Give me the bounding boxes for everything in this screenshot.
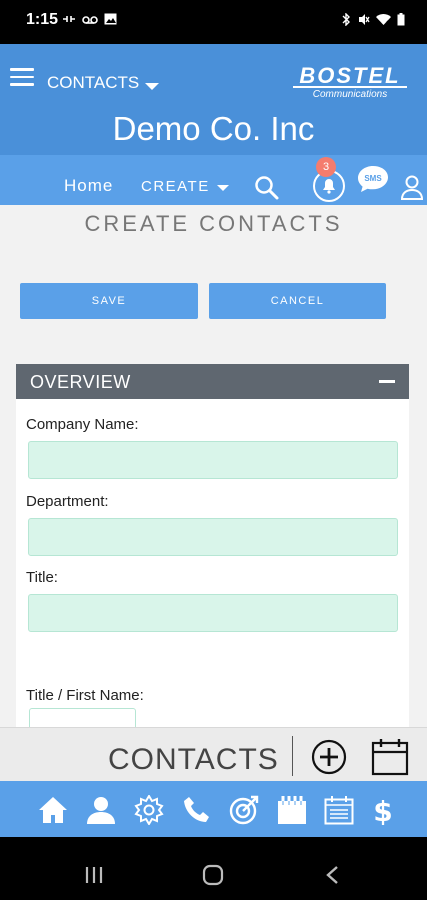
sms-icon-label: SMS	[364, 174, 382, 183]
chevron-down-icon	[216, 184, 229, 191]
nav-create-label: CREATE	[141, 178, 210, 195]
save-button[interactable]: SAVE	[20, 283, 198, 319]
search-icon[interactable]	[254, 175, 280, 201]
cancel-button[interactable]: CANCEL	[209, 283, 386, 319]
chevron-down-icon	[145, 82, 160, 90]
company-name: Demo Co. Inc	[112, 110, 315, 147]
department-label: Department:	[26, 493, 109, 510]
vpn-icon	[62, 13, 76, 28]
calendar-icon[interactable]	[371, 738, 409, 776]
home-icon[interactable]	[38, 795, 68, 825]
name-title-select[interactable]	[29, 708, 136, 727]
battery-icon	[397, 13, 405, 31]
target-icon[interactable]	[229, 795, 259, 825]
quick-action-bar: CONTACTS	[0, 727, 427, 781]
overview-section-header[interactable]: OVERVIEW	[16, 364, 409, 399]
quick-bar-divider	[292, 736, 293, 776]
overview-section: OVERVIEW Company Name: Department: Title…	[16, 364, 409, 727]
bluetooth-icon	[342, 12, 351, 31]
nav-home-link[interactable]: Home	[64, 176, 113, 196]
back-icon[interactable]	[325, 865, 339, 885]
hamburger-menu-icon[interactable]	[10, 68, 34, 86]
user-profile-icon[interactable]	[400, 175, 424, 201]
calendar-icon[interactable]	[324, 795, 354, 825]
status-bar: 1:15	[0, 0, 427, 44]
system-navigation-bar	[0, 837, 427, 900]
wifi-icon	[376, 13, 391, 31]
module-dropdown[interactable]: CONTACTS	[47, 73, 160, 93]
voicemail-icon	[82, 14, 98, 28]
main-content: CREATE CONTACTS SAVE CANCEL OVERVIEW Com…	[0, 205, 427, 727]
module-dropdown-label: CONTACTS	[47, 73, 140, 92]
overview-section-title: OVERVIEW	[30, 372, 131, 392]
home-button-icon[interactable]	[202, 864, 224, 886]
status-right-icons	[342, 12, 405, 31]
first-name-label: Title / First Name:	[26, 687, 144, 704]
company-name-label: Company Name:	[26, 416, 139, 433]
phone-icon[interactable]	[182, 795, 212, 825]
notification-count-badge: 3	[316, 157, 336, 177]
bottom-nav: $	[0, 781, 427, 837]
quick-bar-title: CONTACTS	[108, 743, 279, 776]
billing-icon[interactable]: $	[368, 795, 398, 825]
nav-create-dropdown[interactable]: CREATE	[141, 178, 229, 195]
page-title: CREATE CONTACTS	[84, 211, 343, 236]
brand-logo-text: BOSTEL	[299, 63, 400, 88]
app-header: CONTACTS BOSTEL Communications Demo Co. …	[0, 44, 427, 155]
department-field[interactable]	[28, 518, 398, 556]
sms-icon[interactable]: SMS	[357, 165, 389, 193]
add-icon[interactable]	[311, 739, 347, 775]
gallery-icon	[104, 13, 117, 28]
svg-text:$: $	[373, 795, 392, 825]
title-field[interactable]	[28, 594, 398, 632]
contact-icon[interactable]	[86, 795, 116, 825]
title-label: Title:	[26, 569, 58, 586]
status-time: 1:15	[26, 11, 59, 28]
notes-icon[interactable]	[277, 795, 307, 825]
nav-bar: Home CREATE SMS	[0, 155, 427, 205]
mute-icon	[357, 13, 370, 31]
settings-icon[interactable]	[134, 795, 164, 825]
recent-apps-icon[interactable]	[84, 866, 104, 884]
collapse-icon[interactable]	[379, 380, 395, 383]
company-name-field[interactable]	[28, 441, 398, 479]
status-left-icons	[62, 13, 117, 28]
brand-logo: BOSTEL Communications	[293, 63, 407, 100]
brand-logo-subtext: Communications	[313, 89, 387, 100]
